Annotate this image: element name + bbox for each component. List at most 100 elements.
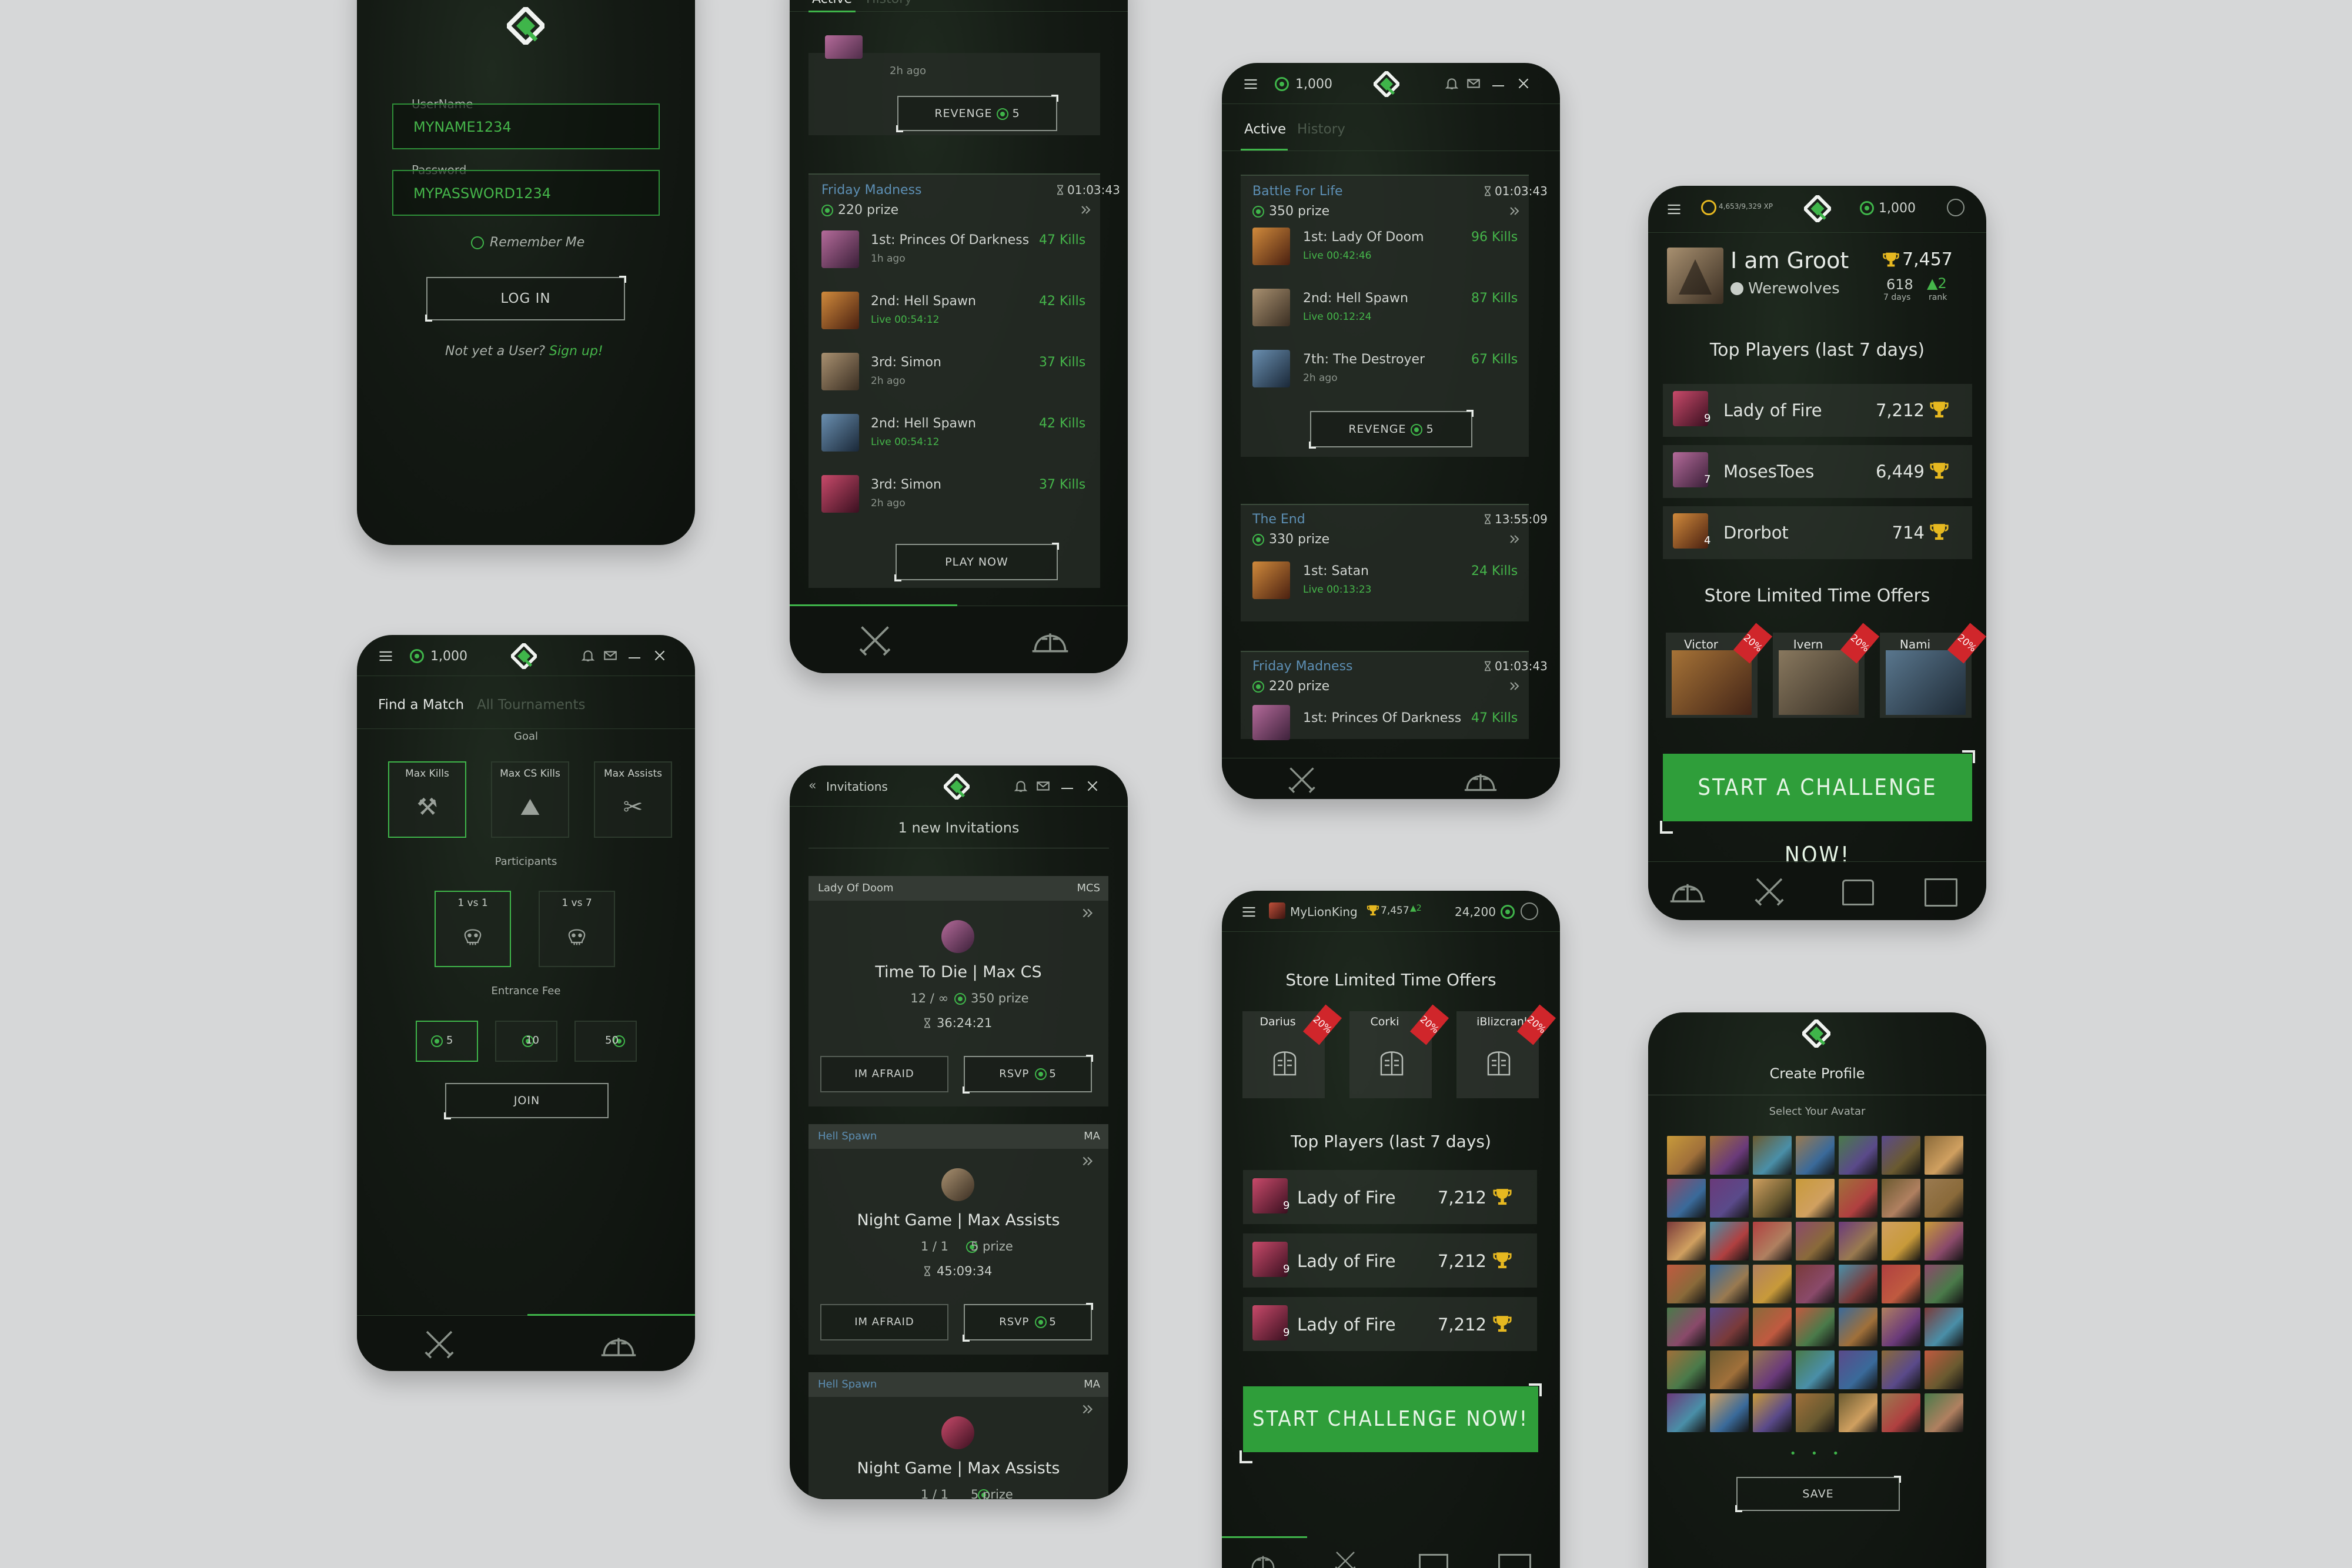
avatar-option[interactable] — [1753, 1179, 1792, 1218]
mail-icon[interactable] — [603, 648, 618, 663]
avatar-option[interactable] — [1667, 1136, 1706, 1175]
join-button[interactable]: JOIN — [444, 1083, 609, 1119]
bell-icon[interactable] — [580, 648, 596, 663]
login-button[interactable]: LOG IN — [425, 276, 626, 322]
avatar-option[interactable] — [1710, 1265, 1749, 1303]
swords-icon[interactable] — [1287, 764, 1317, 795]
minimize-icon[interactable] — [629, 657, 640, 658]
decline-button[interactable]: IM AFRAID — [820, 1056, 948, 1092]
avatar-option[interactable] — [1753, 1393, 1792, 1432]
menu-icon[interactable] — [1666, 201, 1682, 218]
avatar-option[interactable] — [1925, 1222, 1963, 1261]
avatar-option[interactable] — [1796, 1393, 1835, 1432]
avatar-option[interactable] — [1753, 1222, 1792, 1261]
avatar-option[interactable] — [1839, 1350, 1877, 1389]
menu-icon[interactable] — [1242, 76, 1259, 92]
chest-icon[interactable] — [1842, 880, 1874, 905]
tab-history[interactable]: History — [866, 0, 912, 6]
avatar-option[interactable] — [1882, 1222, 1920, 1261]
menu-icon[interactable] — [1241, 904, 1257, 920]
avatar-option[interactable] — [1667, 1308, 1706, 1346]
mail-icon[interactable] — [1035, 778, 1051, 794]
forward-icon[interactable] — [1080, 1402, 1095, 1419]
player-row[interactable] — [1663, 445, 1972, 498]
avatar-option[interactable] — [1710, 1393, 1749, 1432]
avatar-option[interactable] — [1839, 1393, 1877, 1432]
avatar-option[interactable] — [1925, 1136, 1963, 1175]
save-button[interactable]: SAVE — [1735, 1476, 1901, 1512]
remember-checkbox[interactable] — [471, 236, 484, 249]
avatar-option[interactable] — [1925, 1179, 1963, 1218]
minimize-icon[interactable] — [1492, 85, 1504, 86]
avatar-option[interactable] — [1839, 1136, 1877, 1175]
decline-button[interactable]: IM AFRAID — [820, 1304, 948, 1340]
swords-icon[interactable] — [423, 1328, 456, 1360]
tab-active[interactable]: Active — [812, 0, 852, 6]
tab-all-tournaments[interactable]: All Tournaments — [477, 697, 585, 713]
helmet-icon[interactable] — [1666, 875, 1709, 907]
close-icon[interactable] — [1085, 778, 1100, 794]
avatar-option[interactable] — [1710, 1350, 1749, 1389]
chest-icon[interactable] — [1419, 1554, 1448, 1568]
avatar-option[interactable] — [1753, 1308, 1792, 1346]
tab-history[interactable]: History — [1297, 122, 1345, 137]
bell-icon[interactable] — [1444, 76, 1459, 91]
swords-icon[interactable] — [1753, 875, 1786, 908]
avatar-option[interactable] — [1667, 1265, 1706, 1303]
avatar-option[interactable] — [1839, 1179, 1877, 1218]
start-challenge-button[interactable]: START A CHALLENGE NOW! — [1663, 754, 1972, 868]
signup-link[interactable]: Sign up! — [549, 344, 603, 359]
avatar-option[interactable] — [1667, 1393, 1706, 1432]
avatar-option[interactable] — [1882, 1136, 1920, 1175]
helmet-icon[interactable] — [1460, 765, 1501, 795]
avatar-option[interactable] — [1710, 1308, 1749, 1346]
forward-icon[interactable] — [1508, 679, 1522, 693]
helmet-icon[interactable] — [1245, 1549, 1281, 1568]
back-icon[interactable]: « — [808, 778, 816, 793]
play-now-button[interactable]: PLAY NOW — [894, 543, 1059, 581]
back-label[interactable]: Invitations — [826, 780, 888, 794]
avatar-option[interactable] — [1925, 1265, 1963, 1303]
rsvp-button[interactable]: RSVP 5 — [963, 1303, 1093, 1342]
avatar-option[interactable] — [1796, 1308, 1835, 1346]
forward-icon[interactable] — [1508, 204, 1522, 218]
revenge-button[interactable]: REVENGE 5 — [1309, 410, 1474, 449]
forward-icon[interactable] — [1080, 1154, 1095, 1171]
helmet-icon[interactable] — [1028, 624, 1073, 657]
close-icon[interactable] — [1516, 76, 1531, 91]
avatar-option[interactable] — [1667, 1350, 1706, 1389]
avatar-option[interactable] — [1796, 1265, 1835, 1303]
tab-active[interactable]: Active — [1244, 122, 1286, 137]
avatar-option[interactable] — [1753, 1136, 1792, 1175]
forward-icon[interactable] — [1080, 905, 1095, 923]
forward-icon[interactable] — [1079, 203, 1093, 217]
helmet-icon[interactable] — [597, 1329, 640, 1360]
revenge-button[interactable]: REVENGE 5 — [896, 95, 1058, 132]
rsvp-button[interactable]: RSVP 5 — [963, 1055, 1093, 1094]
avatar-option[interactable] — [1753, 1265, 1792, 1303]
armory-icon[interactable] — [1925, 878, 1957, 907]
avatar-option[interactable] — [1882, 1179, 1920, 1218]
avatar-option[interactable] — [1796, 1136, 1835, 1175]
menu-icon[interactable] — [377, 648, 394, 664]
start-challenge-button[interactable]: START CHALLENGE NOW! — [1243, 1386, 1538, 1452]
avatar-option[interactable] — [1710, 1136, 1749, 1175]
avatar-option[interactable] — [1925, 1308, 1963, 1346]
avatar-option[interactable] — [1839, 1222, 1877, 1261]
avatar-option[interactable] — [1796, 1350, 1835, 1389]
mail-icon[interactable] — [1466, 76, 1481, 91]
avatar-option[interactable] — [1925, 1393, 1963, 1432]
tab-find-match[interactable]: Find a Match — [378, 697, 464, 713]
settings-icon[interactable] — [1947, 199, 1965, 216]
avatar-option[interactable] — [1667, 1179, 1706, 1218]
avatar-option[interactable] — [1925, 1350, 1963, 1389]
avatar-option[interactable] — [1882, 1393, 1920, 1432]
swords-icon[interactable] — [857, 623, 893, 658]
avatar-option[interactable] — [1796, 1222, 1835, 1261]
avatar-option[interactable] — [1667, 1222, 1706, 1261]
avatar-option[interactable] — [1839, 1265, 1877, 1303]
armory-icon[interactable] — [1498, 1554, 1531, 1568]
bell-icon[interactable] — [1013, 778, 1028, 794]
avatar-option[interactable] — [1796, 1179, 1835, 1218]
avatar-option[interactable] — [1710, 1179, 1749, 1218]
